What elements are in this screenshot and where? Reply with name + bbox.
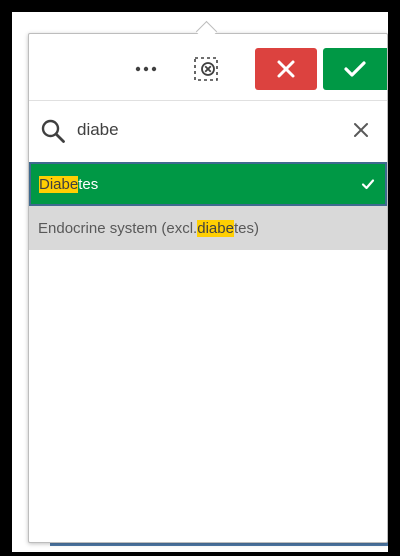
- cancel-selection-button[interactable]: [255, 48, 317, 90]
- search-match-highlight: diabe: [197, 219, 234, 237]
- selection-toolbar: [29, 34, 387, 100]
- search-input[interactable]: [77, 116, 337, 144]
- list-item-label-rest: tes): [233, 219, 259, 237]
- clear-search-icon[interactable]: [351, 120, 371, 140]
- selected-check-icon: [361, 179, 375, 190]
- close-icon: [277, 60, 295, 78]
- search-bar: [29, 101, 387, 159]
- value-list: Diabe tes Endocrine system (excl. diabe te…: [29, 162, 387, 250]
- list-item-label-prefix: Endocrine system (excl.: [38, 219, 198, 237]
- selection-popover: Diabetes Endocrine system (excl. diabete…: [28, 33, 388, 543]
- clear-selections-button[interactable]: [189, 52, 223, 86]
- more-horizontal-icon: [135, 66, 157, 72]
- confirm-selection-button[interactable]: [323, 48, 387, 90]
- window-edge: [388, 12, 400, 556]
- clear-selections-icon: [194, 57, 218, 81]
- list-item-label-rest: tes: [78, 175, 99, 193]
- list-item-diabetes[interactable]: Diabe tes: [29, 162, 387, 206]
- more-options-button[interactable]: [129, 52, 163, 86]
- search-match-highlight: Diabe: [39, 175, 79, 193]
- checkmark-icon: [344, 61, 366, 77]
- search-icon: [41, 119, 65, 143]
- list-item-endocrine-system[interactable]: Endocrine system (excl. diabe tes): [29, 206, 387, 250]
